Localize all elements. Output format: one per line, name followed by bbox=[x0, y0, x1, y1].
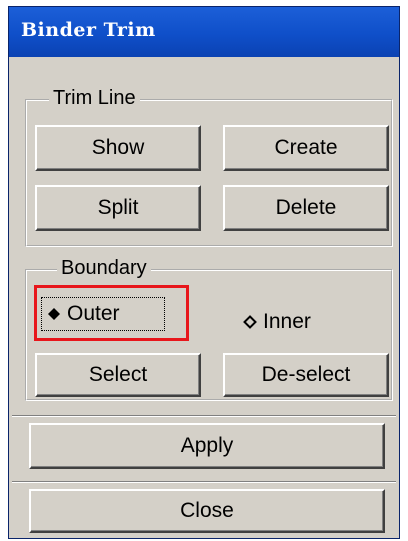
trim-line-legend: Trim Line bbox=[49, 87, 140, 110]
delete-button[interactable]: Delete bbox=[223, 185, 389, 231]
split-button[interactable]: Split bbox=[35, 185, 201, 231]
window-title: Binder Trim bbox=[21, 19, 156, 41]
boundary-legend: Boundary bbox=[57, 257, 151, 280]
trim-line-group: Trim Line Show Create Split Delete bbox=[25, 87, 393, 247]
select-button[interactable]: Select bbox=[35, 353, 201, 397]
show-button[interactable]: Show bbox=[35, 125, 201, 171]
radio-unselected-icon bbox=[243, 315, 257, 329]
binder-trim-dialog: Binder Trim Trim Line Show Create Split … bbox=[8, 6, 400, 539]
apply-button[interactable]: Apply bbox=[29, 423, 385, 469]
inner-radio[interactable]: Inner bbox=[243, 307, 311, 337]
outer-highlight-box bbox=[34, 285, 189, 341]
separator-bottom bbox=[12, 481, 396, 483]
title-bar[interactable]: Binder Trim bbox=[9, 7, 399, 57]
create-button[interactable]: Create bbox=[223, 125, 389, 171]
close-button[interactable]: Close bbox=[29, 489, 385, 533]
inner-radio-label: Inner bbox=[263, 310, 311, 333]
deselect-button[interactable]: De-select bbox=[223, 353, 389, 397]
separator-top bbox=[12, 415, 396, 417]
